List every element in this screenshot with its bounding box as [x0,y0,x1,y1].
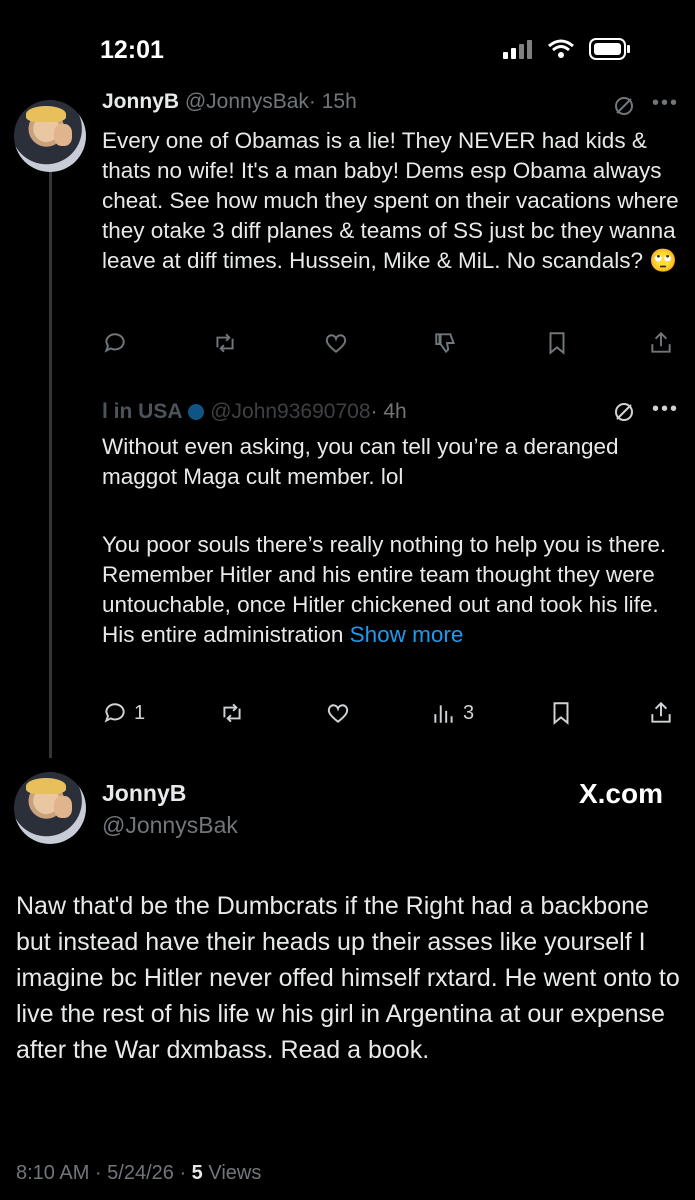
tweet1-name[interactable]: JonnyB [102,90,179,113]
bookmark-button[interactable] [548,700,574,726]
verified-badge-icon [188,404,205,421]
reply-button[interactable] [102,330,134,356]
bookmark-icon [549,332,565,355]
views-label: Views [202,1162,262,1184]
tweet1-header: JonnyB @JonnysBak· 15h [102,90,622,114]
tweet2-handle[interactable]: @John93690708 [210,400,370,423]
status-time: 12:01 [100,36,164,64]
battery-icon [589,38,630,60]
tweet2-text-p2: You poor souls there’s really nothing to… [102,530,667,650]
repost-icon [216,333,234,353]
tweet2-header: l in USA @John93690708· 4h [102,400,602,424]
more-options-icon[interactable]: ••• [652,398,679,421]
tweet2-text-p1: Without even asking, you can tell you’re… [102,434,619,489]
reply-icon [104,703,125,723]
avatar[interactable] [14,100,86,172]
grok-icon[interactable] [612,400,636,424]
share-button[interactable] [648,330,674,356]
repost-button[interactable] [212,330,244,356]
repost-icon [223,703,241,723]
more-options-icon[interactable]: ••• [652,92,679,115]
tweet1-text: Every one of Obamas is a lie! They NEVER… [102,128,679,273]
tweet1-handle[interactable]: @JonnysBak [185,90,309,113]
tweet1-time: · 15h [308,90,357,113]
grok-icon[interactable] [612,94,636,118]
downvote-button[interactable] [433,330,465,356]
main-tweet-text: Naw that'd be the Dumbcrats if the Right… [16,892,680,1064]
share-icon [651,331,671,353]
wifi-icon [548,39,574,58]
share-button[interactable] [648,700,674,726]
signal-bars-icon [503,40,532,59]
tweet1-actions [102,330,674,356]
status-icons [503,38,631,60]
views-chart-icon [434,705,453,723]
avatar[interactable] [14,772,86,844]
tweet2-time: · 4h [370,400,407,423]
like-button[interactable] [325,700,357,726]
show-more-link[interactable]: Show more [350,622,464,647]
thread-line [49,168,52,758]
thumbs-down-icon [435,333,456,354]
source-label: X.com [578,778,663,809]
views-count[interactable]: 5 [192,1162,203,1184]
views-button[interactable]: 3 [431,700,474,726]
like-button[interactable] [323,330,355,356]
tweet2-name[interactable]: l in USA [102,400,183,423]
reply-button[interactable]: 1 [102,700,145,726]
share-icon [651,701,671,723]
bookmark-button[interactable] [544,330,570,356]
main-tweet-name[interactable]: JonnyB [102,780,186,807]
bookmark-icon [553,702,569,725]
heart-icon [327,704,349,723]
main-tweet-footer: 8:10 AM · 5/24/26 · 5 Views [16,1162,261,1185]
repost-button[interactable] [219,700,251,726]
main-tweet-timestamp: 8:10 AM · 5/24/26 · [16,1162,192,1184]
heart-icon [325,334,346,353]
main-tweet-handle[interactable]: @JonnysBak [102,812,238,839]
reply-icon [104,333,125,353]
tweet2-actions: 1 3 [102,700,674,726]
